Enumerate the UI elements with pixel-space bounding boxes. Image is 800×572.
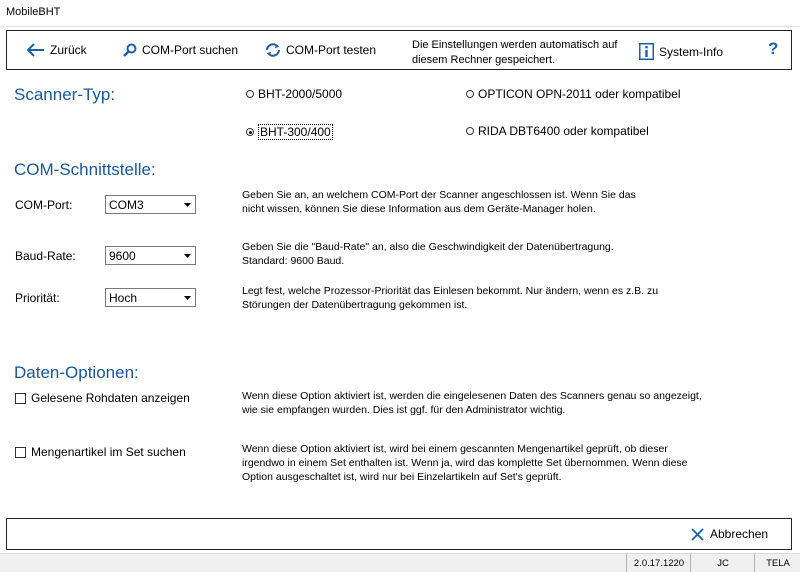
test-port-button[interactable]: COM-Port testen — [265, 43, 376, 57]
baud-rate-label: Baud-Rate: — [15, 249, 76, 263]
radio-label: BHT-300/400 — [258, 124, 333, 140]
radio-opticon[interactable]: OPTICON OPN-2011 oder kompatibel — [466, 87, 681, 101]
system-info-label: System-Info — [659, 44, 724, 59]
com-port-desc-line2: nicht wissen, können Sie diese Informati… — [242, 203, 596, 215]
info-icon — [639, 43, 654, 60]
status-version: 2.0.17.1220 — [626, 554, 691, 572]
priority-desc-line2: Störungen der Datenübertragung gekommen … — [242, 299, 468, 311]
com-port-desc-line1: Geben Sie an, an welchem COM-Port der Sc… — [242, 189, 636, 201]
baud-rate-desc-line1: Geben Sie die "Baud-Rate" an, also die G… — [242, 241, 614, 253]
chevron-down-icon — [180, 247, 195, 264]
set-search-label: Mengenartikel im Set suchen — [31, 445, 186, 459]
raw-data-desc-line2: wie sie empfangen wurden. Dies ist ggf. … — [242, 404, 566, 416]
set-search-description: Wenn diese Option aktiviert ist, wird be… — [242, 442, 688, 484]
status-user: JC — [690, 554, 755, 572]
raw-data-checkbox[interactable]: Gelesene Rohdaten anzeigen — [15, 391, 190, 405]
chevron-down-icon — [180, 196, 195, 213]
priority-label: Priorität: — [15, 291, 60, 305]
radio-bht-300-400[interactable]: BHT-300/400 — [246, 124, 333, 140]
radio-label: OPTICON OPN-2011 oder kompatibel — [478, 87, 681, 101]
status-station: TELA — [754, 554, 800, 572]
chevron-down-icon — [180, 289, 195, 306]
system-info-button[interactable]: System-Info — [639, 43, 723, 60]
scanner-type-heading: Scanner-Typ: — [14, 85, 116, 104]
com-interface-heading: COM-Schnittstelle: — [14, 160, 156, 179]
raw-data-description: Wenn diese Option aktiviert ist, werden … — [242, 389, 702, 417]
cancel-button[interactable]: Abbrechen — [691, 527, 768, 541]
close-icon — [691, 527, 704, 541]
raw-data-desc-line1: Wenn diese Option aktiviert ist, werden … — [242, 390, 702, 402]
back-label: Zurück — [50, 43, 87, 57]
toolbar: Zurück COM-Port suchen COM-Port testen D… — [6, 30, 792, 70]
set-search-desc-line3: Option ausgeschaltet ist, wird nur bei E… — [242, 471, 562, 483]
bottom-bar: Abbrechen — [6, 518, 792, 550]
autosave-note-line2: diesem Rechner gespeichert. — [412, 54, 556, 66]
radio-bht-2000-5000[interactable]: BHT-2000/5000 — [246, 87, 342, 101]
cancel-label: Abbrechen — [710, 527, 769, 541]
baud-rate-value: 9600 — [109, 249, 136, 263]
refresh-icon — [266, 43, 280, 57]
radio-rida[interactable]: RIDA DBT6400 oder kompatibel — [466, 124, 649, 138]
status-bar: 2.0.17.1220 JC TELA — [0, 553, 800, 572]
baud-rate-select[interactable]: 9600 — [105, 246, 196, 265]
radio-label: BHT-2000/5000 — [258, 87, 343, 101]
baud-rate-description: Geben Sie die "Baud-Rate" an, also die G… — [242, 240, 614, 268]
checkbox-box — [15, 392, 26, 404]
com-port-label: COM-Port: — [15, 198, 73, 212]
search-port-button[interactable]: COM-Port suchen — [123, 43, 238, 57]
title-bar: MobileBHT — [0, 0, 800, 27]
com-port-value: COM3 — [109, 198, 144, 212]
autosave-note: Die Einstellungen werden automatisch auf… — [412, 38, 617, 68]
search-icon — [123, 43, 137, 57]
radio-label: RIDA DBT6400 oder kompatibel — [478, 124, 649, 138]
com-port-description: Geben Sie an, an welchem COM-Port der Sc… — [242, 188, 636, 216]
back-button[interactable]: Zurück — [27, 43, 87, 57]
data-options-heading: Daten-Optionen: — [14, 363, 139, 382]
checkbox-box — [15, 446, 26, 458]
priority-desc-line1: Legt fest, welche Prozessor-Priorität da… — [242, 285, 659, 297]
set-search-desc-line1: Wenn diese Option aktiviert ist, wird be… — [242, 443, 668, 455]
com-port-select[interactable]: COM3 — [105, 195, 196, 214]
radio-dot — [466, 90, 474, 98]
search-port-label: COM-Port suchen — [142, 43, 239, 57]
arrow-left-icon — [27, 43, 44, 57]
autosave-note-line1: Die Einstellungen werden automatisch auf — [412, 39, 618, 51]
radio-dot — [246, 90, 254, 98]
priority-select[interactable]: Hoch — [105, 288, 196, 307]
help-button[interactable]: ? — [768, 39, 778, 59]
priority-value: Hoch — [109, 291, 138, 305]
priority-description: Legt fest, welche Prozessor-Priorität da… — [242, 284, 658, 312]
radio-dot-selected — [246, 128, 254, 136]
raw-data-label: Gelesene Rohdaten anzeigen — [31, 391, 190, 405]
set-search-desc-line2: irgendwo in einem Set enthalten ist. Wen… — [242, 457, 688, 469]
radio-dot — [466, 127, 474, 135]
test-port-label: COM-Port testen — [286, 43, 377, 57]
baud-rate-desc-line2: Standard: 9600 Baud. — [242, 255, 345, 267]
window-title: MobileBHT — [6, 6, 61, 18]
set-search-checkbox[interactable]: Mengenartikel im Set suchen — [15, 445, 186, 459]
